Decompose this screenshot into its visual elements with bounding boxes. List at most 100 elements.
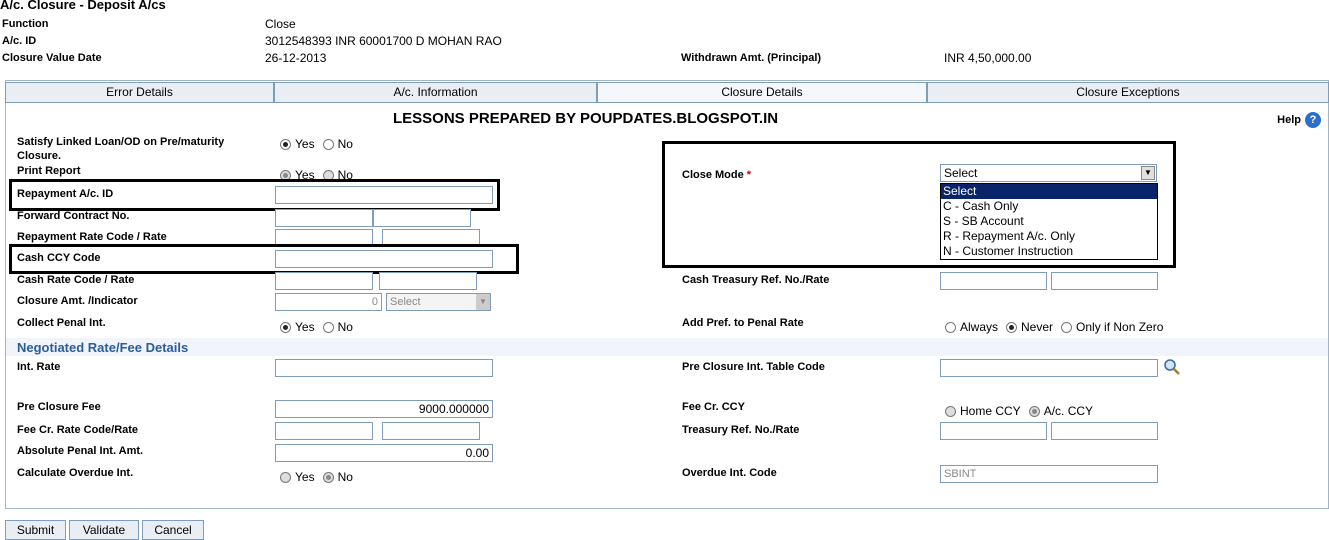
home-ccy-radio[interactable] — [945, 405, 956, 417]
cash-ccy-input[interactable] — [275, 250, 493, 268]
submit-button[interactable]: Submit — [5, 520, 66, 540]
closure-value-date-value: 26-12-2013 — [265, 51, 327, 65]
fee-cr-rate-input[interactable] — [382, 422, 480, 440]
pre-closure-table-label: Pre Closure Int. Table Code — [682, 361, 825, 373]
fee-ccy-radio-group: Home CCY A/c. CCY — [945, 404, 1093, 418]
overdue-int-code-input[interactable]: SBINT — [940, 465, 1158, 483]
section-title: Negotiated Rate/Fee Details — [17, 340, 189, 355]
withdrawn-amt-value: INR 4,50,000.00 — [944, 51, 1032, 65]
calc-overdue-no-label: No — [337, 470, 353, 484]
print-report-label: Print Report — [17, 165, 81, 177]
close-mode-option[interactable]: Select — [941, 184, 1157, 199]
collect-penal-no-radio[interactable] — [322, 321, 334, 333]
cash-rate-input[interactable] — [379, 272, 477, 290]
cash-treasury-ref-input[interactable] — [940, 272, 1047, 290]
acid-label: A/c. ID — [2, 35, 37, 47]
abs-penal-label: Absolute Penal Int. Amt. — [17, 445, 144, 457]
search-icon[interactable] — [1163, 358, 1181, 379]
tab-ac-information[interactable]: A/c. Information — [274, 82, 597, 103]
closure-indicator-value: Select — [390, 296, 421, 308]
close-mode-option[interactable]: C - Cash Only — [941, 199, 1157, 214]
closure-value-date-label: Closure Value Date — [2, 52, 102, 64]
int-rate-input[interactable] — [275, 359, 493, 377]
chevron-down-icon[interactable]: ▼ — [1141, 166, 1155, 180]
pre-closure-fee-input[interactable]: 9000.000000 — [275, 400, 493, 418]
int-rate-label: Int. Rate — [17, 361, 61, 373]
closure-indicator-select[interactable]: Select ▼ — [386, 293, 491, 311]
function-value: Close — [265, 17, 296, 31]
closure-amt-input[interactable]: 0 — [275, 293, 382, 311]
tab-bar: Error Details A/c. Information Closure D… — [5, 82, 1329, 104]
validate-button[interactable]: Validate — [69, 520, 139, 540]
tab-error-details[interactable]: Error Details — [5, 82, 274, 103]
satisfy-radio-group: Yes No — [280, 137, 353, 151]
satisfy-no-radio[interactable] — [322, 138, 334, 150]
required-star: * — [746, 169, 752, 181]
closure-amt-label: Closure Amt. /Indicator — [17, 295, 138, 307]
satisfy-no-label: No — [337, 137, 353, 151]
calc-overdue-no-radio[interactable] — [322, 471, 334, 483]
abs-penal-input[interactable]: 0.00 — [275, 444, 493, 462]
help-icon: ? — [1305, 112, 1321, 128]
tab-closure-details[interactable]: Closure Details — [597, 82, 927, 103]
add-pref-label: Add Pref. to Penal Rate — [682, 317, 804, 329]
section-bar — [6, 338, 1328, 356]
help-link[interactable]: Help? — [1277, 112, 1321, 128]
satisfy-yes-radio[interactable] — [280, 138, 291, 150]
close-mode-option[interactable]: R - Repayment A/c. Only — [941, 229, 1157, 244]
ac-ccy-label: A/c. CCY — [1043, 404, 1094, 418]
collect-penal-yes-label: Yes — [295, 320, 315, 334]
collect-penal-yes-radio[interactable] — [280, 321, 291, 333]
close-mode-select[interactable]: Select ▼ — [940, 164, 1157, 182]
ac-ccy-radio[interactable] — [1028, 405, 1040, 417]
chevron-down-icon: ▼ — [476, 294, 490, 310]
cash-treasury-label: Cash Treasury Ref. No./Rate — [682, 274, 830, 286]
close-mode-dropdown: Select C - Cash Only S - SB Account R - … — [940, 183, 1158, 260]
cash-ccy-label: Cash CCY Code — [17, 252, 101, 264]
repayment-acid-input[interactable] — [275, 186, 493, 204]
collect-penal-no-label: No — [337, 320, 353, 334]
page-title: A/c. Closure - Deposit A/cs — [0, 0, 166, 12]
treasury-rate-input[interactable] — [1051, 422, 1158, 440]
satisfy-linked-label: Satisfy Linked Loan/OD on Pre/maturity C… — [17, 136, 225, 162]
repayment-rate-label: Repayment Rate Code / Rate — [17, 231, 167, 243]
repayment-acid-label: Repayment A/c. ID — [17, 188, 114, 200]
add-pref-radio-group: Always Never Only if Non Zero — [945, 320, 1163, 334]
close-mode-option[interactable]: S - SB Account — [941, 214, 1157, 229]
collect-penal-label: Collect Penal Int. — [17, 317, 106, 329]
forward-contract-label: Forward Contract No. — [17, 210, 130, 222]
cash-rate-label: Cash Rate Code / Rate — [17, 274, 135, 286]
cash-treasury-rate-input[interactable] — [1051, 272, 1158, 290]
forward-contract-input-1[interactable] — [275, 209, 373, 227]
never-radio[interactable] — [1006, 321, 1018, 333]
close-mode-label-text: Close Mode — [682, 169, 744, 181]
calc-overdue-yes-radio[interactable] — [280, 471, 291, 483]
pre-closure-table-input[interactable] — [940, 359, 1158, 377]
forward-contract-input-2[interactable] — [373, 209, 471, 227]
calc-overdue-label: Calculate Overdue Int. — [17, 467, 134, 479]
close-mode-label: Close Mode * — [682, 169, 751, 181]
close-mode-option[interactable]: N - Customer Instruction — [941, 244, 1157, 259]
always-radio[interactable] — [945, 321, 956, 333]
satisfy-yes-label: Yes — [295, 137, 315, 151]
fee-cr-ccy-label: Fee Cr. CCY — [682, 401, 745, 413]
overdue-int-code-label: Overdue Int. Code — [682, 467, 777, 479]
calc-overdue-yes-label: Yes — [295, 470, 315, 484]
pre-closure-fee-label: Pre Closure Fee — [17, 401, 101, 413]
always-label: Always — [960, 320, 999, 334]
never-label: Never — [1021, 320, 1054, 334]
treasury-ref-label: Treasury Ref. No./Rate — [682, 424, 800, 436]
cancel-button[interactable]: Cancel — [142, 520, 204, 540]
home-ccy-label: Home CCY — [960, 404, 1021, 418]
function-label: Function — [2, 18, 49, 30]
calc-overdue-radio-group: Yes No — [280, 470, 353, 484]
help-label: Help — [1277, 114, 1301, 126]
nonzero-radio[interactable] — [1061, 321, 1073, 333]
tab-closure-exceptions[interactable]: Closure Exceptions — [927, 82, 1329, 103]
close-mode-value: Select — [944, 166, 978, 180]
treasury-ref-input[interactable] — [940, 422, 1047, 440]
cash-rate-code-input[interactable] — [275, 272, 373, 290]
fee-cr-rate-code-input[interactable] — [275, 422, 373, 440]
banner-text: LESSONS PREPARED BY POUPDATES.BLOGSPOT.I… — [393, 110, 779, 127]
withdrawn-amt-label: Withdrawn Amt. (Principal) — [681, 52, 822, 64]
